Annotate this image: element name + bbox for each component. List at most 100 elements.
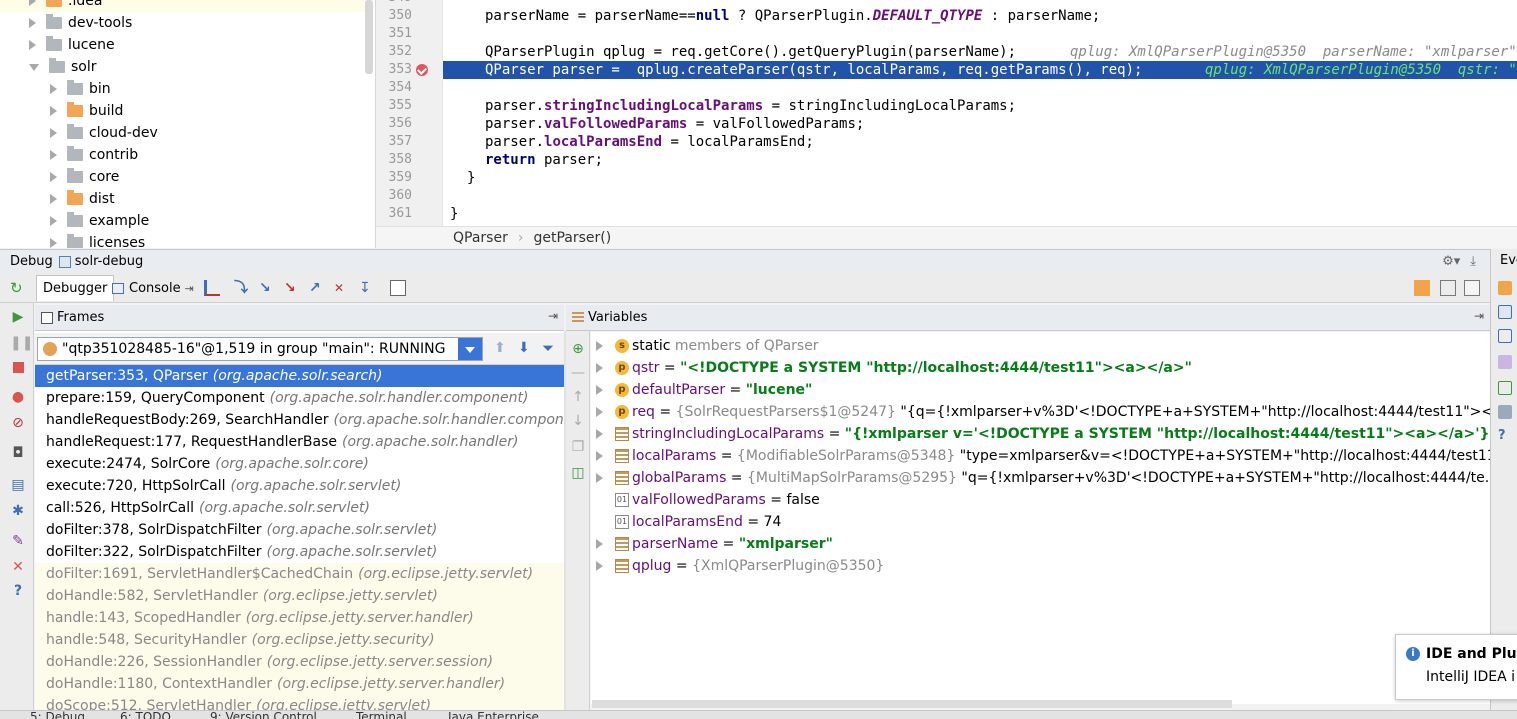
frame-row[interactable]: handle:143, ScopedHandler (org.eclipse.je…: [35, 607, 564, 629]
chevron-right-icon[interactable]: [50, 238, 57, 248]
variable-row[interactable]: parserName = "xmlparser": [591, 533, 1490, 555]
chevron-right-icon[interactable]: [596, 363, 603, 373]
view-breakpoints-icon[interactable]: ●: [10, 389, 26, 405]
chevron-right-icon[interactable]: [29, 0, 36, 6]
project-tree-scrollbar[interactable]: [365, 0, 373, 74]
check-icon[interactable]: [1498, 381, 1512, 395]
variable-row[interactable]: localParams = {ModifiableSolrParams@5348…: [591, 445, 1490, 467]
chevron-down-icon[interactable]: [29, 63, 39, 71]
chevron-right-icon[interactable]: [596, 473, 603, 483]
code-line[interactable]: 350 parserName = parserName==null ? QPars…: [376, 7, 1517, 25]
variable-row[interactable]: globalParams = {MultiMapSolrParams@5295}…: [591, 467, 1490, 489]
breadcrumb-method[interactable]: getParser(): [533, 230, 611, 246]
code-line[interactable]: 358 return parser;: [376, 151, 1517, 169]
variables-tree[interactable]: s static members of QParser p qstr = "<!DOC…: [591, 332, 1490, 704]
code-line[interactable]: 351: [376, 25, 1517, 43]
pin-icon[interactable]: ⇥: [185, 282, 194, 295]
variable-row[interactable]: p qstr = "<!DOCTYPE a SYSTEM "http://loca…: [591, 357, 1490, 379]
settings-gear-icon[interactable]: ⚙▾: [1442, 254, 1460, 269]
message-icon[interactable]: [1498, 305, 1512, 319]
bottom-tab[interactable]: 9: Version Control: [210, 711, 317, 719]
chevron-right-icon[interactable]: [29, 18, 36, 28]
variable-row[interactable]: s static members of QParser: [591, 335, 1490, 357]
chevron-right-icon[interactable]: [50, 194, 57, 204]
variables-hscrollbar[interactable]: [592, 700, 1232, 708]
tree-item[interactable]: licenses: [0, 232, 366, 248]
evaluate-expression-icon[interactable]: [390, 280, 406, 296]
chevron-right-icon[interactable]: [596, 561, 603, 571]
pin-event-icon[interactable]: [1498, 355, 1512, 369]
code-editor[interactable]: 349350 parserName = parserName==null ? QP…: [376, 0, 1517, 248]
variable-row[interactable]: stringIncludingLocalParams = "{!xmlparse…: [591, 423, 1490, 445]
chevron-right-icon[interactable]: [596, 385, 603, 395]
settings-icon[interactable]: ✱: [10, 503, 26, 519]
chevron-down-icon[interactable]: [458, 338, 482, 360]
frame-row[interactable]: execute:720, HttpSolrCall (org.apache.sol…: [35, 475, 564, 497]
step-out-icon[interactable]: ↗: [309, 280, 325, 296]
resume-icon[interactable]: ▶: [10, 309, 26, 325]
frame-row[interactable]: doHandle:226, SessionHandler (org.eclipse…: [35, 651, 564, 673]
frame-row[interactable]: handleRequest:177, RequestHandlerBase (or…: [35, 431, 564, 453]
restore-layout-strip-icon[interactable]: ▤: [10, 477, 26, 493]
code-line[interactable]: 359}: [376, 169, 1517, 187]
frame-row[interactable]: doFilter:378, SolrDispatchFilter (org.apa…: [35, 519, 564, 541]
trash-icon[interactable]: [1498, 405, 1512, 419]
frame-row[interactable]: doFilter:322, SolrDispatchFilter (org.apa…: [35, 541, 564, 563]
restore-panels-icon[interactable]: [1464, 280, 1480, 296]
chevron-right-icon[interactable]: [50, 150, 57, 160]
tree-item[interactable]: example: [0, 210, 366, 232]
tree-item[interactable]: build: [0, 100, 366, 122]
wrench-icon[interactable]: [1498, 281, 1512, 295]
tree-item[interactable]: core: [0, 166, 366, 188]
frame-row[interactable]: handle:548, SecurityHandler (org.eclipse.…: [35, 629, 564, 651]
code-line[interactable]: 360: [376, 187, 1517, 205]
run-to-cursor-icon[interactable]: ↧: [359, 280, 375, 296]
tab-debugger[interactable]: Debugger: [36, 275, 115, 301]
bottom-tab[interactable]: Terminal: [356, 711, 407, 719]
notification-balloon[interactable]: i IDE and Plug IntelliJ IDEA i: [1395, 634, 1517, 700]
variable-row[interactable]: 01 valFollowedParams = false: [591, 489, 1490, 511]
code-line[interactable]: 352 QParserPlugin qplug = req.getCore().g…: [376, 43, 1517, 61]
chevron-right-icon[interactable]: [596, 341, 603, 351]
step-into-icon[interactable]: ↘: [259, 280, 275, 296]
chevron-right-icon[interactable]: [50, 216, 57, 226]
variable-row[interactable]: qplug = {XmlQParserPlugin@5350}: [591, 555, 1490, 577]
frame-row[interactable]: doHandle:582, ServletHandler (org.eclipse…: [35, 585, 564, 607]
code-line[interactable]: 354: [376, 79, 1517, 97]
hide-window-icon[interactable]: ⤓: [1470, 254, 1476, 269]
chevron-right-icon[interactable]: [596, 539, 603, 549]
chevron-right-icon[interactable]: [29, 40, 36, 50]
thread-select[interactable]: "qtp351028485-16"@1,519 in group "main":…: [37, 337, 483, 361]
frame-row[interactable]: doHandle:1180, ContextHandler (org.eclips…: [35, 673, 564, 695]
chevron-right-icon[interactable]: [596, 407, 603, 417]
pin-icon[interactable]: ⇥: [1474, 309, 1484, 323]
pin-icon[interactable]: ⇥: [548, 309, 558, 323]
pin-tab-icon[interactable]: ✎: [10, 533, 26, 549]
tree-item[interactable]: .idea: [0, 0, 366, 12]
event-log-tab-label[interactable]: Eve: [1500, 253, 1517, 268]
tab-console[interactable]: Console ⇥: [106, 275, 200, 301]
layout-settings-icon[interactable]: [1440, 280, 1456, 296]
variable-row[interactable]: 01 localParamsEnd = 74: [591, 511, 1490, 533]
chevron-right-icon[interactable]: [50, 84, 57, 94]
step-over-icon[interactable]: ⤵: [234, 280, 250, 296]
breakpoint-icon[interactable]: [416, 64, 428, 76]
tree-item[interactable]: cloud-dev: [0, 122, 366, 144]
bottom-tab[interactable]: 5: Debug: [30, 711, 85, 719]
rerun-icon[interactable]: ↻: [10, 280, 26, 296]
bottom-tab[interactable]: 6: TODO: [120, 711, 171, 719]
filter-icon[interactable]: ⏷: [542, 339, 554, 357]
tree-item[interactable]: bin: [0, 78, 366, 100]
close-icon[interactable]: ✕: [10, 559, 26, 575]
arrow-up-icon[interactable]: ⬆: [494, 340, 506, 356]
code-line[interactable]: 355 parser.stringIncludingLocalParams = s…: [376, 97, 1517, 115]
tree-item[interactable]: dist: [0, 188, 366, 210]
pause-icon[interactable]: ❚❚: [10, 335, 33, 351]
tree-item[interactable]: solr: [0, 56, 366, 78]
variable-row[interactable]: p defaultParser = "lucene": [591, 379, 1490, 401]
breadcrumb-class[interactable]: QParser: [453, 230, 508, 246]
chevron-right-icon[interactable]: [50, 172, 57, 182]
chevron-right-icon[interactable]: [596, 429, 603, 439]
project-tree[interactable]: .idea dev-tools lucene solr bin build cloud-de…: [0, 0, 376, 248]
code-line[interactable]: 357 parser.localParamsEnd = localParamsEn…: [376, 133, 1517, 151]
